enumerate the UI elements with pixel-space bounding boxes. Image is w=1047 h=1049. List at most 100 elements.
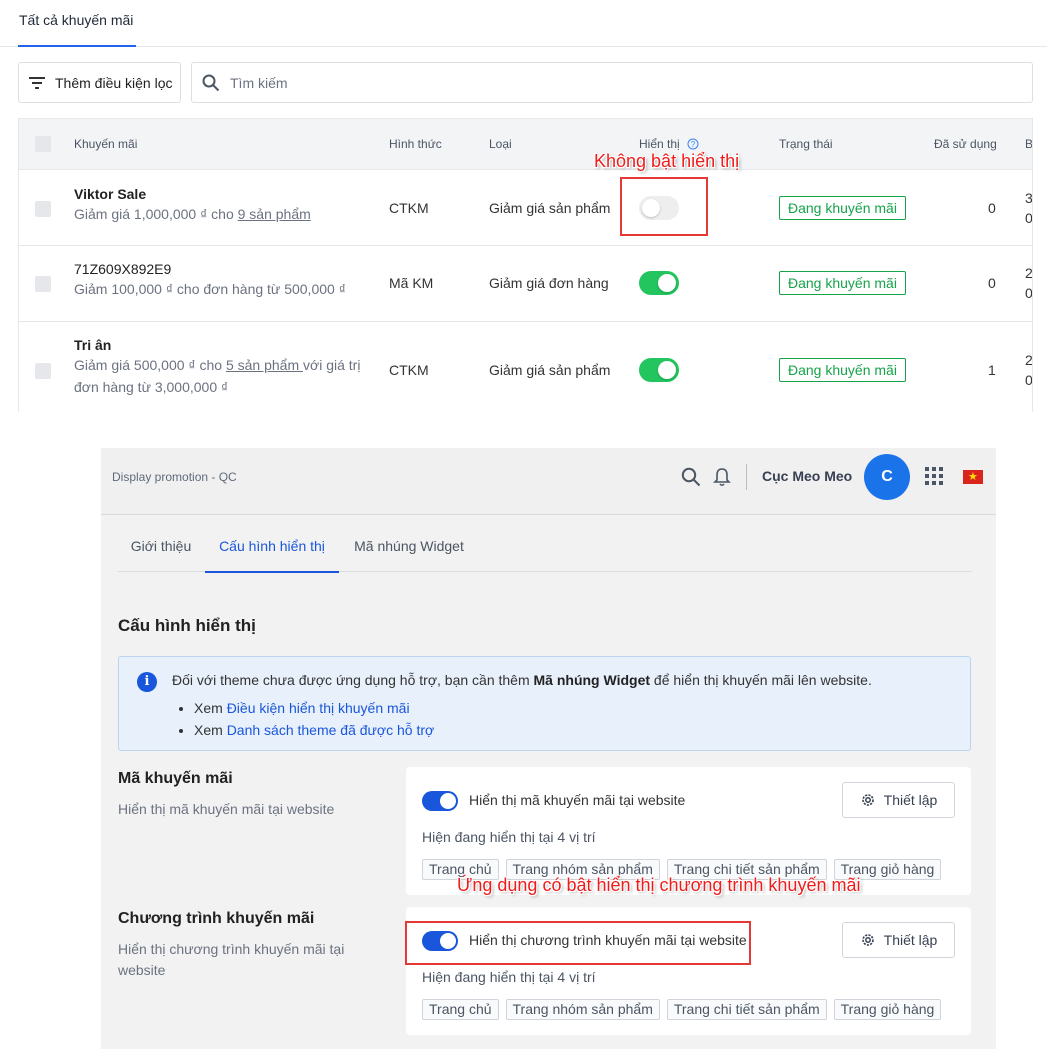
promotion-title[interactable]: Tri ân (74, 337, 111, 353)
vietnam-flag-icon[interactable]: ★ (963, 470, 983, 484)
location-chips: Trang chủ Trang nhóm sản phẩm Trang chi … (422, 999, 942, 1020)
locations-text: Hiện đang hiển thị tại 4 vị trí (422, 969, 596, 985)
annotation-box (620, 177, 708, 236)
col-promotion: Khuyến mãi (74, 137, 138, 151)
promotion-desc-text: với giá trị (303, 357, 361, 373)
location-chip: Trang giỏ hàng (833, 999, 942, 1020)
info-links: Xem Điều kiện hiển thị khuyến mãi Xem Da… (194, 697, 434, 741)
location-chip: Trang nhóm sản phẩm (505, 999, 660, 1020)
group-desc: Hiển thị mã khuyến mãi tại website (118, 801, 335, 817)
col-used: Đã sử dụng (934, 137, 997, 151)
header-divider (746, 464, 747, 490)
tab-widget-embed[interactable]: Mã nhúng Widget (351, 528, 467, 572)
row-checkbox[interactable] (35, 201, 51, 217)
promotion-form: CTKM (389, 200, 429, 216)
products-link[interactable]: 5 sản phẩm (226, 357, 303, 373)
table-row[interactable]: Viktor Sale Giảm giá 1,000,000 ₫ cho 9 s… (19, 169, 1032, 245)
info-text: Đối với theme chưa được ứng dụng hỗ trợ,… (172, 672, 872, 688)
gear-icon (861, 794, 874, 806)
filter-icon (29, 76, 45, 89)
promotion-desc: Giảm giá 1,000,000 ₫ cho 9 sản phẩm (74, 204, 311, 225)
group-desc: Hiển thị chương trình khuyến mãi tại web… (118, 941, 345, 978)
annotation-box (405, 921, 751, 965)
gear-icon (861, 934, 874, 946)
add-filter-button[interactable]: Thêm điều kiện lọc (18, 62, 181, 103)
select-all-checkbox[interactable] (35, 136, 51, 152)
info-link-prefix: Xem (194, 700, 227, 716)
avatar[interactable]: C (864, 454, 910, 500)
bell-icon[interactable] (713, 467, 731, 487)
tabs-bar: Tất cả khuyến mãi (0, 0, 1047, 47)
tab-all-promotions[interactable]: Tất cả khuyến mãi (18, 0, 137, 47)
svg-text:?: ? (691, 140, 696, 149)
promotions-table: Khuyến mãi Hình thức Loại Hiển thị ? Trạ… (18, 118, 1033, 412)
promo-code-toggle[interactable] (422, 791, 458, 811)
promotion-desc-text: Giảm giá 500,000 ₫ cho (74, 357, 226, 373)
tab-display-config[interactable]: Cấu hình hiển thị (205, 528, 339, 573)
used-count: 1 (988, 362, 996, 378)
col-display: Hiển thị ? (639, 137, 699, 151)
promotions-list-panel: Tất cả khuyến mãi Thêm điều kiện lọc Khu… (0, 0, 1047, 412)
location-chip: Trang chủ (422, 999, 499, 1020)
locations-text: Hiện đang hiển thị tại 4 vị trí (422, 829, 596, 845)
cut-value: 0 (1025, 210, 1033, 226)
col-status: Trạng thái (779, 137, 833, 151)
col-display-label: Hiển thị (639, 137, 680, 151)
setup-button[interactable]: Thiết lập (842, 922, 955, 958)
promotion-title[interactable]: Viktor Sale (74, 186, 146, 202)
promotion-desc: Giảm giá 500,000 ₫ cho 5 sản phẩm với gi… (74, 355, 360, 376)
info-link-item: Xem Điều kiện hiển thị khuyến mãi (194, 697, 434, 719)
toggle-label: Hiển thị mã khuyến mãi tại website (469, 792, 686, 808)
content-tabs: Giới thiệu Cấu hình hiển thị Mã nhúng Wi… (118, 528, 972, 573)
app-title: Display promotion - QC (112, 470, 237, 484)
status-badge: Đang khuyến mãi (779, 271, 906, 295)
supported-themes-link[interactable]: Danh sách theme đã được hỗ trợ (227, 722, 435, 738)
cut-value: 0 (1025, 372, 1033, 388)
group-title: Chương trình khuyến mãi (118, 910, 315, 927)
tab-intro[interactable]: Giới thiệu (130, 528, 192, 572)
search-box[interactable] (191, 62, 1033, 103)
user-name[interactable]: Cục Meo Meo (762, 468, 852, 484)
search-input[interactable] (230, 74, 830, 91)
display-toggle[interactable] (639, 358, 679, 382)
section-title: Cấu hình hiển thị (118, 616, 256, 635)
col-form: Hình thức (389, 137, 442, 151)
cut-value: 2 (1025, 265, 1033, 281)
table-row[interactable]: 71Z609X892E9 Giảm 100,000 ₫ cho đơn hàng… (19, 245, 1032, 321)
display-toggle[interactable] (639, 271, 679, 295)
setup-button-label: Thiết lập (883, 792, 938, 808)
apps-grid-icon[interactable] (925, 467, 943, 485)
annotation-text: Ứng dụng có bật hiển thị chương trình kh… (457, 875, 861, 895)
cut-value: 0 (1025, 285, 1033, 301)
display-conditions-link[interactable]: Điều kiện hiển thị khuyến mãi (227, 700, 410, 716)
used-count: 0 (988, 275, 996, 291)
group-title: Mã khuyến mãi (118, 770, 233, 787)
app-header: Display promotion - QC Cục Meo Meo C ★ (101, 448, 996, 515)
info-link-item: Xem Danh sách theme đã được hỗ trợ (194, 719, 434, 741)
row-checkbox[interactable] (35, 363, 51, 379)
help-icon[interactable]: ? (687, 138, 699, 150)
status-badge: Đang khuyến mãi (779, 358, 906, 382)
promotion-desc: Giảm 100,000 ₫ cho đơn hàng từ 500,000 ₫ (74, 281, 346, 297)
cut-value: 2 (1025, 352, 1033, 368)
products-link[interactable]: 9 sản phẩm (238, 206, 311, 222)
setup-button-label: Thiết lập (883, 932, 938, 948)
toggle-knob (658, 274, 676, 292)
search-icon[interactable] (681, 467, 701, 487)
row-checkbox[interactable] (35, 276, 51, 292)
table-row[interactable]: Tri ân Giảm giá 500,000 ₫ cho 5 sản phẩm… (19, 321, 1032, 412)
app-config-panel: Display promotion - QC Cục Meo Meo C ★ G… (101, 448, 996, 1049)
promotion-type: Giảm giá đơn hàng (489, 275, 609, 291)
toggle-knob (658, 361, 676, 379)
info-icon: i (137, 672, 157, 692)
promotion-desc-text: Giảm giá 1,000,000 ₫ cho (74, 206, 238, 222)
setup-button[interactable]: Thiết lập (842, 782, 955, 818)
promotion-type: Giảm giá sản phẩm (489, 200, 611, 216)
promotion-form: Mã KM (389, 275, 434, 291)
used-count: 0 (988, 200, 996, 216)
promotion-form: CTKM (389, 362, 429, 378)
info-text-prefix: Đối với theme chưa được ứng dụng hỗ trợ,… (172, 672, 534, 688)
promotion-title[interactable]: 71Z609X892E9 (74, 261, 171, 277)
info-text-bold: Mã nhúng Widget (533, 672, 651, 688)
search-icon (202, 74, 220, 91)
